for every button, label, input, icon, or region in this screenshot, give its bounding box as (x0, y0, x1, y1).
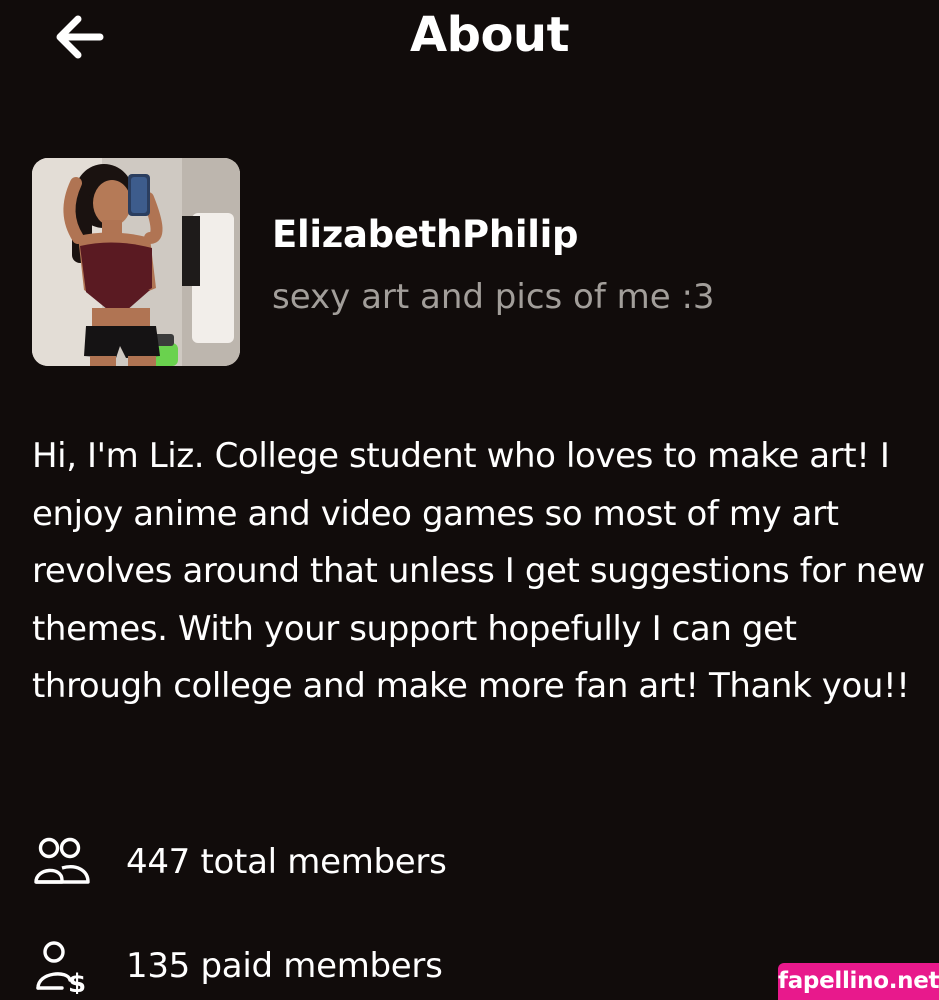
header-bar: About (0, 0, 939, 80)
creator-tagline: sexy art and pics of me :3 (272, 277, 715, 317)
paid-members-text: 135 paid members (126, 946, 443, 986)
profile-photo (32, 158, 240, 366)
paid-members-icon: $ (32, 936, 96, 996)
page-title: About (409, 7, 570, 63)
svg-text:$: $ (68, 969, 86, 994)
avatar (32, 158, 240, 366)
total-members-row: 447 total members (32, 832, 447, 892)
paid-members-row: $ 135 paid members (32, 936, 443, 996)
about-bio: Hi, I'm Liz. College student who loves t… (32, 436, 925, 707)
creator-name: ElizabethPhilip (272, 213, 579, 256)
watermark-badge: fapellino.net (778, 963, 939, 1000)
members-icon (32, 832, 96, 892)
total-members-text: 447 total members (126, 842, 447, 882)
